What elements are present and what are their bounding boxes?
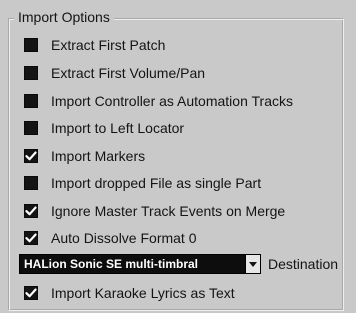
checkbox[interactable]	[24, 121, 38, 135]
option-extract-first-patch[interactable]: Extract First Patch	[24, 34, 165, 56]
option-label: Import Markers	[51, 148, 146, 164]
option-import-controller-as-automation-tracks[interactable]: Import Controller as Automation Tracks	[24, 90, 293, 112]
option-extract-first-volume-pan[interactable]: Extract First Volume/Pan	[24, 62, 205, 84]
group-title: Import Options	[14, 8, 114, 26]
checkbox[interactable]	[24, 66, 38, 80]
checkbox[interactable]	[24, 38, 38, 52]
checkbox[interactable]	[24, 149, 38, 163]
destination-row: HALion Sonic SE multi-timbral Destinatio…	[19, 253, 338, 275]
option-label: Extract First Patch	[51, 37, 166, 53]
option-import-markers[interactable]: Import Markers	[24, 145, 145, 167]
checkbox[interactable]	[24, 204, 38, 218]
check-icon	[25, 233, 37, 243]
option-label: Ignore Master Track Events on Merge	[51, 203, 286, 219]
import-options-panel: Import Options Extract First Patch Extra…	[0, 0, 356, 313]
destination-select-value: HALion Sonic SE multi-timbral	[24, 257, 199, 271]
destination-select[interactable]: HALion Sonic SE multi-timbral	[19, 254, 261, 274]
destination-label: Destination	[268, 256, 339, 272]
option-label: Extract First Volume/Pan	[51, 65, 206, 81]
option-label: Import dropped File as single Part	[51, 175, 262, 191]
option-import-dropped-file-as-single-part[interactable]: Import dropped File as single Part	[24, 172, 261, 194]
option-label: Import Karaoke Lyrics as Text	[51, 285, 235, 301]
checkbox[interactable]	[24, 231, 38, 245]
option-label: Import to Left Locator	[51, 120, 185, 136]
checkbox[interactable]	[24, 94, 38, 108]
option-auto-dissolve-format-0[interactable]: Auto Dissolve Format 0	[24, 227, 197, 249]
option-import-to-left-locator[interactable]: Import to Left Locator	[24, 117, 184, 139]
option-import-karaoke-lyrics-as-text[interactable]: Import Karaoke Lyrics as Text	[24, 282, 235, 304]
check-icon	[25, 206, 37, 216]
chevron-down-icon[interactable]	[245, 255, 260, 273]
option-label: Auto Dissolve Format 0	[51, 230, 197, 246]
option-ignore-master-track-events-on-merge[interactable]: Ignore Master Track Events on Merge	[24, 200, 285, 222]
check-icon	[25, 288, 37, 298]
check-icon	[25, 151, 37, 161]
checkbox[interactable]	[24, 286, 38, 300]
option-label: Import Controller as Automation Tracks	[51, 93, 293, 109]
checkbox[interactable]	[24, 176, 38, 190]
